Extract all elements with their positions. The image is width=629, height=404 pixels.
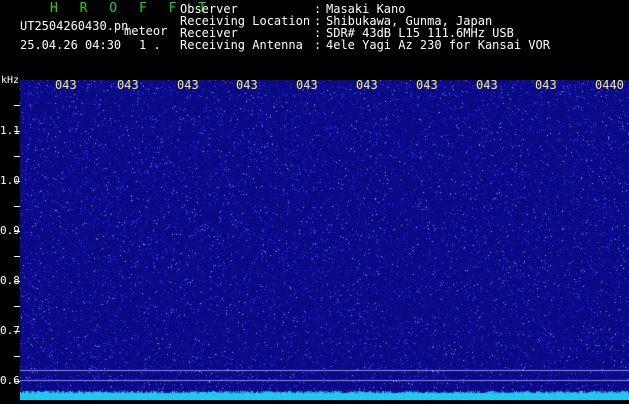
spectrogram-plot[interactable]: [20, 80, 629, 400]
freq-tick: [14, 105, 20, 106]
freq-tick: [14, 356, 20, 357]
freq-tick: [14, 181, 20, 182]
time-label: 043: [236, 78, 258, 92]
freq-tick: [14, 331, 20, 332]
header-panel: H R O F F T UT2504260430.pn meteor 25.04…: [0, 0, 629, 76]
page-indicator: 1 .: [139, 38, 161, 52]
antenna-row: Receiving Antenna : 4ele Yagi Az 230 for…: [180, 39, 550, 51]
observation-info: Observer : Masaki Kano Receiving Locatio…: [180, 3, 550, 51]
freq-tick: [14, 381, 20, 382]
field-value: 4ele Yagi Az 230 for Kansai VOR: [326, 38, 550, 52]
spectrogram-canvas[interactable]: [20, 80, 629, 400]
frequency-unit-label: kHz: [1, 75, 20, 86]
time-label: 043: [55, 78, 77, 92]
freq-tick: [14, 231, 20, 232]
time-label: 043: [416, 78, 438, 92]
time-label: 043: [535, 78, 557, 92]
freq-tick: [14, 306, 20, 307]
freq-tick: [14, 156, 20, 157]
freq-tick: [14, 131, 20, 132]
time-label: 0440: [595, 78, 624, 92]
datetime-label: 25.04.26 04:30: [20, 38, 122, 52]
field-label: Receiving Antenna: [180, 38, 303, 52]
freq-tick: [14, 256, 20, 257]
freq-tick: [14, 206, 20, 207]
time-axis: 043 043 043 043 043 043 043 043 043 0440: [20, 78, 629, 92]
time-label: 043: [356, 78, 378, 92]
time-label: 043: [296, 78, 318, 92]
filename-label: UT2504260430.pn: [20, 19, 129, 33]
time-label: 043: [476, 78, 498, 92]
time-label: 043: [177, 78, 199, 92]
freq-tick: [14, 281, 20, 282]
field-separator: :: [314, 38, 322, 52]
time-label: 043: [117, 78, 139, 92]
mode-label: meteor: [124, 24, 168, 38]
